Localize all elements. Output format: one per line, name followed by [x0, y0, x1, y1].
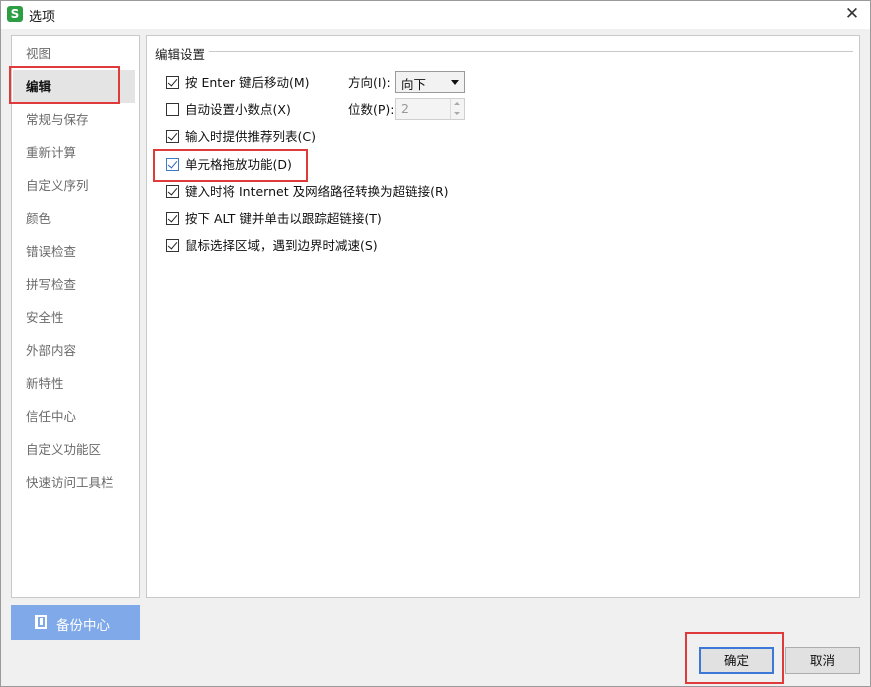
option-autocomplete-list[interactable]: 输入时提供推荐列表(C): [166, 128, 366, 146]
option-label: 按下 ALT 键并单击以跟踪超链接(T): [185, 211, 382, 226]
direction-label: 方向(I):: [348, 75, 391, 90]
sidebar-item-external-content[interactable]: 外部内容: [13, 334, 135, 367]
options-dialog: S 选项 ✕ 视图 编辑 常规与保存 重新计算 自定义序列 颜色 错误检查 拼写…: [0, 0, 871, 687]
sidebar-item-custom-lists[interactable]: 自定义序列: [13, 169, 135, 202]
sidebar-item-quick-access-toolbar[interactable]: 快速访问工具栏: [13, 466, 135, 499]
sidebar-item-color[interactable]: 颜色: [13, 202, 135, 235]
option-alt-click-hyperlink[interactable]: 按下 ALT 键并单击以跟踪超链接(T): [166, 210, 396, 228]
cancel-button[interactable]: 取消: [785, 647, 860, 674]
sidebar-item-new-features[interactable]: 新特性: [13, 367, 135, 400]
stepper-buttons: [450, 99, 464, 119]
option-move-after-enter[interactable]: 按 Enter 键后移动(M): [166, 74, 336, 92]
option-label: 按 Enter 键后移动(M): [185, 75, 310, 90]
options-category-list: 视图 编辑 常规与保存 重新计算 自定义序列 颜色 错误检查 拼写检查 安全性 …: [11, 35, 140, 598]
places-value: 2: [401, 101, 409, 116]
stepper-down-icon[interactable]: [451, 109, 464, 119]
sidebar-item-customize-ribbon[interactable]: 自定义功能区: [13, 433, 135, 466]
sidebar-item-general-save[interactable]: 常规与保存: [13, 103, 135, 136]
option-label: 输入时提供推荐列表(C): [185, 129, 316, 144]
title-bar: S 选项 ✕: [1, 1, 870, 29]
sidebar-item-error-checking[interactable]: 错误检查: [13, 235, 135, 268]
group-divider: [209, 51, 853, 52]
highlight-box-ok: [685, 632, 784, 684]
direction-value: 向下: [401, 77, 427, 92]
checkbox[interactable]: [166, 239, 179, 252]
highlight-box-sidebar: [9, 66, 120, 104]
sidebar-item-trust-center[interactable]: 信任中心: [13, 400, 135, 433]
backup-icon: [35, 615, 47, 629]
places-label: 位数(P):: [348, 102, 395, 117]
checkbox[interactable]: [166, 103, 179, 116]
checkbox[interactable]: [166, 185, 179, 198]
sidebar-item-spell-checking[interactable]: 拼写检查: [13, 268, 135, 301]
backup-center-button[interactable]: 备份中心: [11, 605, 140, 640]
option-auto-decimal[interactable]: 自动设置小数点(X): [166, 101, 336, 119]
sidebar-item-recalculate[interactable]: 重新计算: [13, 136, 135, 169]
close-icon[interactable]: ✕: [840, 3, 864, 25]
option-convert-hyperlinks[interactable]: 键入时将 Internet 及网络路径转换为超链接(R): [166, 183, 466, 201]
checkbox[interactable]: [166, 212, 179, 225]
checkbox[interactable]: [166, 130, 179, 143]
edit-settings-panel: 编辑设置 按 Enter 键后移动(M) 方向(I): 向下 自动设置小数点(X…: [146, 35, 860, 598]
backup-center-label: 备份中心: [56, 618, 110, 634]
option-mouse-slowdown[interactable]: 鼠标选择区域，遇到边界时减速(S): [166, 237, 396, 255]
sidebar-item-security[interactable]: 安全性: [13, 301, 135, 334]
option-label: 自动设置小数点(X): [185, 102, 291, 117]
app-logo-icon: S: [7, 6, 23, 22]
dialog-title: 选项: [29, 10, 56, 25]
option-label: 键入时将 Internet 及网络路径转换为超链接(R): [185, 184, 449, 199]
stepper-up-icon[interactable]: [451, 99, 464, 109]
direction-select[interactable]: 向下: [395, 71, 465, 93]
chevron-down-icon: [451, 80, 459, 85]
checkbox[interactable]: [166, 76, 179, 89]
highlight-box: [153, 149, 308, 182]
group-title: 编辑设置: [155, 47, 206, 62]
option-label: 鼠标选择区域，遇到边界时减速(S): [185, 238, 378, 253]
decimal-places-stepper[interactable]: 2: [395, 98, 465, 120]
